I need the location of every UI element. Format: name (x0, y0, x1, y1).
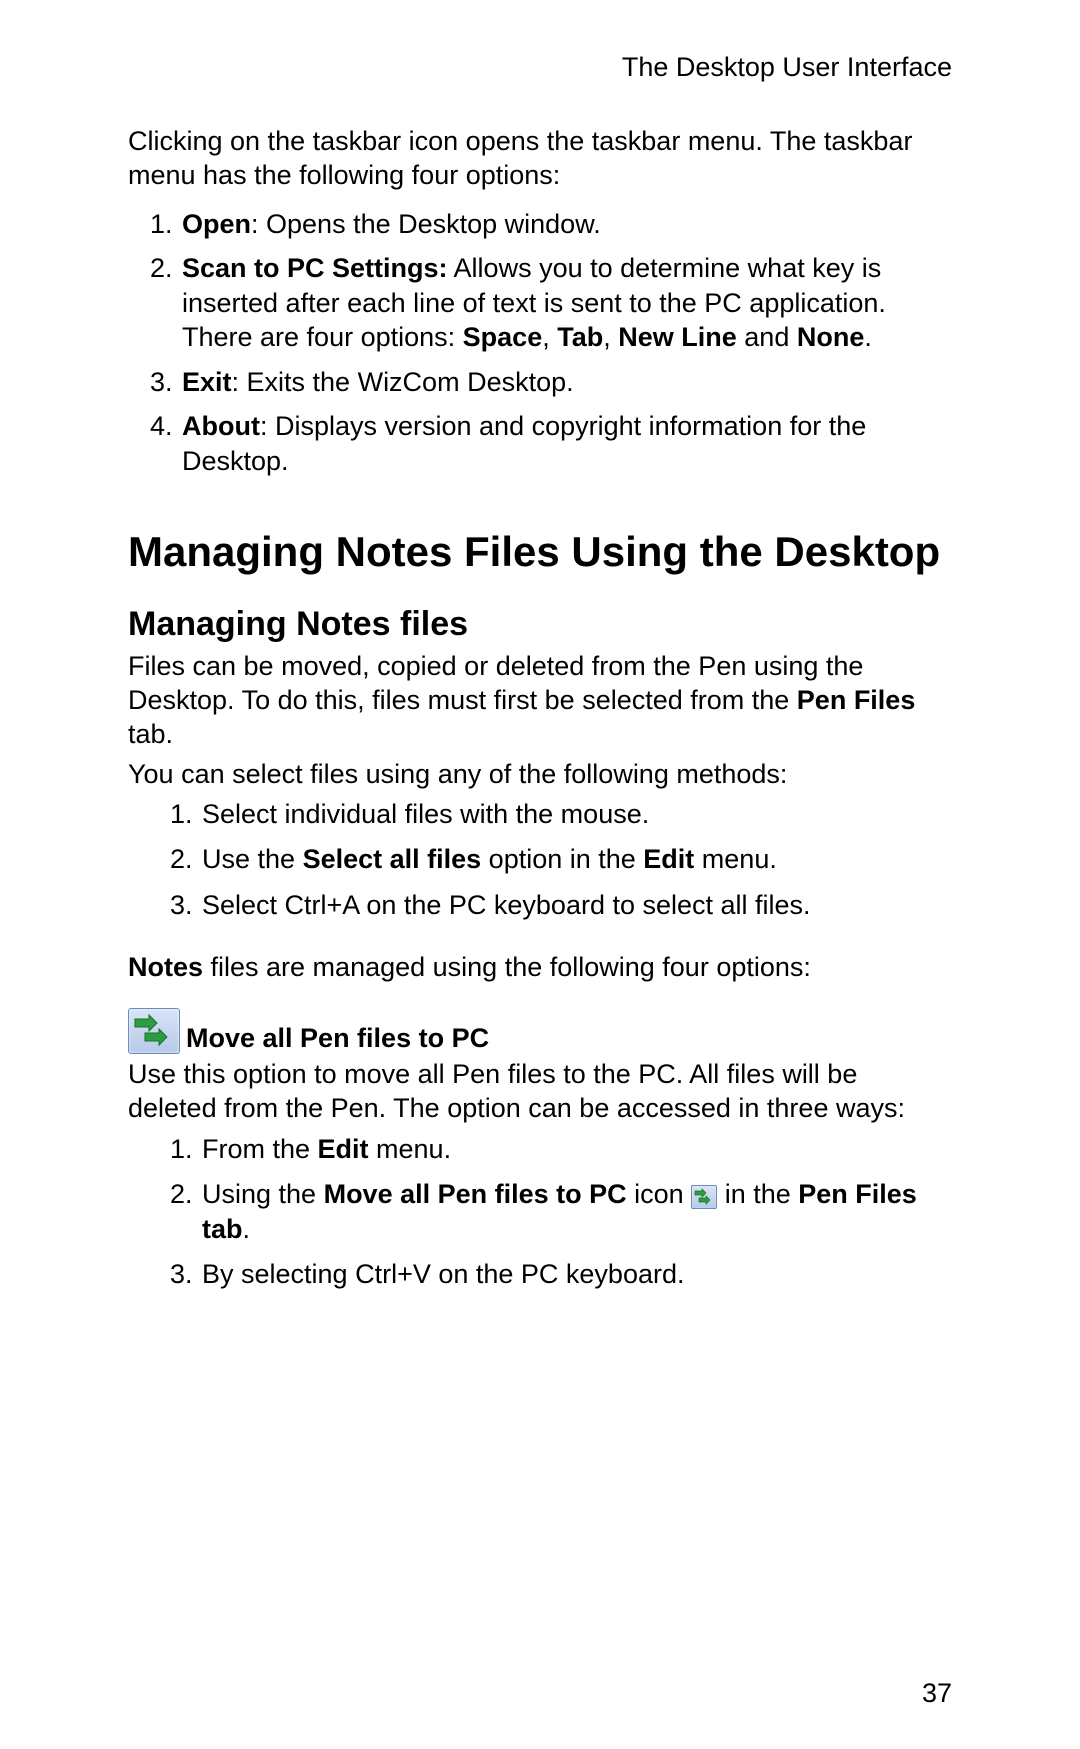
taskbar-intro: Clicking on the taskbar icon opens the t… (128, 125, 952, 193)
option-label: Scan to PC Settings: (182, 253, 448, 283)
move-methods-list: From the Edit menu. Using the Move all P… (128, 1132, 952, 1292)
notes-paragraph: Notes files are managed using the follow… (128, 951, 952, 985)
option-value: Space (463, 322, 543, 352)
list-item: Use the Select all files option in the E… (200, 842, 952, 877)
files-paragraph: Files can be moved, copied or deleted fr… (128, 650, 952, 751)
taskbar-options-list: Open: Opens the Desktop window. Scan to … (128, 207, 952, 479)
list-item: By selecting Ctrl+V on the PC keyboard. (200, 1257, 952, 1292)
move-option-heading: Move all Pen files to PC (128, 1008, 952, 1054)
section-heading: Managing Notes Files Using the Desktop (128, 528, 952, 575)
list-item: Using the Move all Pen files to PC icon … (200, 1177, 952, 1247)
move-files-icon (128, 1008, 180, 1054)
list-item: Select individual files with the mouse. (200, 797, 952, 832)
option-label: Open (182, 209, 251, 239)
subsection-heading: Managing Notes files (128, 605, 952, 644)
option-desc: : Displays version and copyright informa… (182, 411, 866, 476)
list-item: Open: Opens the Desktop window. (180, 207, 952, 242)
list-item: About: Displays version and copyright in… (180, 409, 952, 478)
option-label: Exit (182, 367, 232, 397)
option-desc: : Opens the Desktop window. (251, 209, 601, 239)
list-item: Scan to PC Settings: Allows you to deter… (180, 251, 952, 355)
option-value: Tab (557, 322, 603, 352)
option-value: None (797, 322, 865, 352)
list-item: Select Ctrl+A on the PC keyboard to sele… (200, 888, 952, 923)
page-number: 37 (922, 1678, 952, 1709)
option-desc: : Exits the WizCom Desktop. (232, 367, 574, 397)
move-files-icon-small (691, 1185, 717, 1209)
document-page: The Desktop User Interface Clicking on t… (0, 0, 1080, 1749)
option-value: New Line (618, 322, 737, 352)
move-paragraph: Use this option to move all Pen files to… (128, 1058, 952, 1126)
move-option-label: Move all Pen files to PC (186, 1023, 489, 1054)
select-methods-list: Select individual files with the mouse. … (128, 797, 952, 922)
list-item: From the Edit menu. (200, 1132, 952, 1167)
select-intro: You can select files using any of the fo… (128, 758, 952, 792)
running-header: The Desktop User Interface (128, 52, 952, 83)
option-label: About (182, 411, 260, 441)
list-item: Exit: Exits the WizCom Desktop. (180, 365, 952, 400)
